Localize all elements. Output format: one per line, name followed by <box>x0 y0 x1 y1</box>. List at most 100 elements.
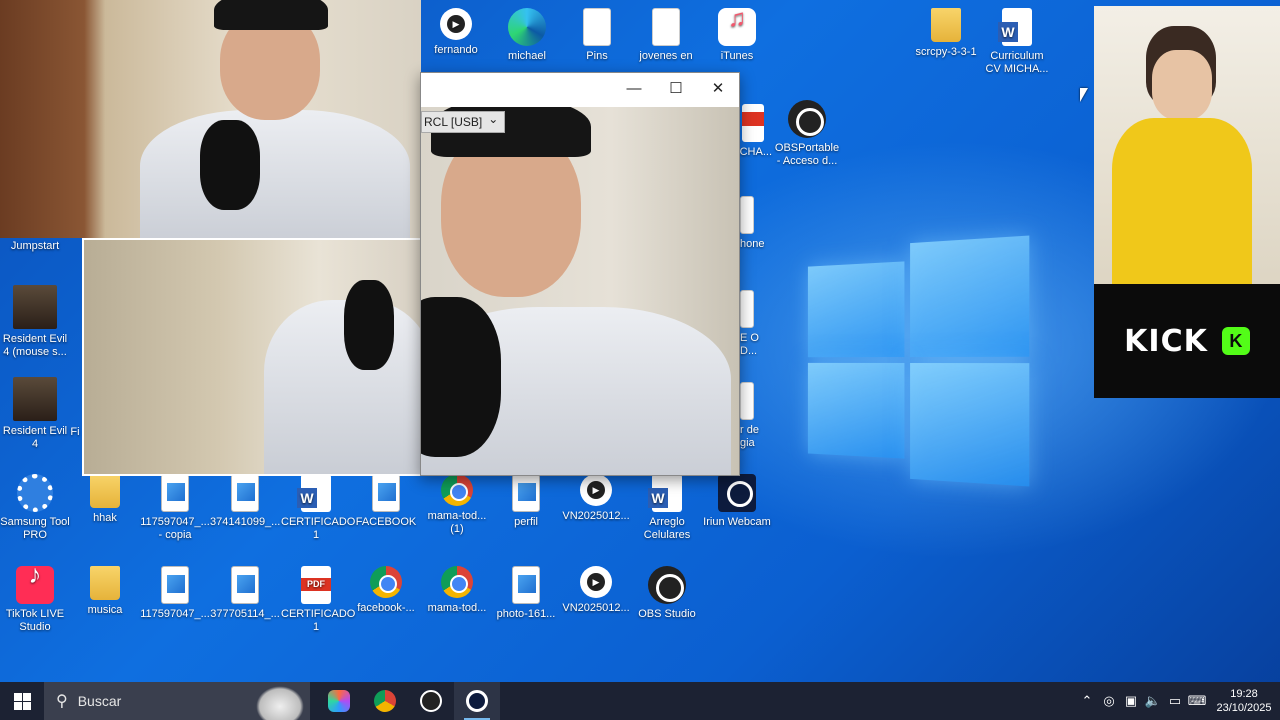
desktop-icon-gia[interactable]: r de gia <box>736 382 770 450</box>
start-button[interactable] <box>0 682 44 720</box>
desktop-icon-certificado-pdf[interactable]: CERTIFICADO 1 <box>281 566 355 634</box>
streamer-avatar-art <box>1094 6 1280 286</box>
icon-label: Resident Evil 4 (mouse s... <box>2 333 68 358</box>
desktop-icon-itunes[interactable]: iTunes <box>702 8 772 63</box>
icon-label: E O D... <box>740 332 759 357</box>
volume-icon[interactable]: 🔈 <box>1142 693 1164 709</box>
chrome-icon <box>370 566 402 598</box>
icon-label: mama-tod... (1) <box>427 510 487 535</box>
search-placeholder: Buscar <box>77 693 122 709</box>
word-doc-icon <box>648 474 682 512</box>
resident-evil-icon <box>13 285 57 329</box>
desktop-icon-image-117[interactable]: 117597047_... <box>140 566 210 621</box>
desktop-icon-obs-studio[interactable]: OBS Studio <box>632 566 702 621</box>
icon-label: photo-161... <box>496 608 556 620</box>
desktop-icon-resident-evil-mouse[interactable]: Resident Evil 4 (mouse s... <box>0 285 70 359</box>
system-tray: ⌃ ◎ ▣ 🔈 ▭ ⌨ 19:28 23/10/2025 <box>1076 682 1280 720</box>
desktop-icon-image-374[interactable]: 374141099_... <box>210 474 280 529</box>
icon-label: 117597047_... - copia <box>140 516 210 541</box>
icon-label: 377705114_... <box>210 608 280 620</box>
icon-label: Iriun Webcam <box>703 516 771 528</box>
chrome-icon <box>441 474 473 506</box>
desktop-icon-phone[interactable]: hone <box>736 196 770 251</box>
desktop-icon-michael[interactable]: michael <box>492 8 562 63</box>
icon-label: Arreglo Celulares <box>643 516 691 541</box>
taskbar-iriun-webcam[interactable] <box>454 682 500 720</box>
kick-banner: KICK K <box>1094 284 1280 398</box>
desktop-icon-mama[interactable]: mama-tod... <box>422 566 492 615</box>
desktop-icon-photo-161[interactable]: photo-161... <box>491 566 561 621</box>
obs-icon <box>788 100 826 138</box>
maximize-button[interactable]: ☐ <box>655 73 697 105</box>
icon-label: hhak <box>93 512 117 524</box>
desktop-icon-image-copia[interactable]: 117597047_... - copia <box>140 474 210 542</box>
icon-label: r de gia <box>740 424 759 449</box>
desktop-icon-jovenes[interactable]: jovenes en <box>631 8 701 63</box>
monitor-icon[interactable]: ▣ <box>1120 693 1142 709</box>
desktop-icon-mama-1[interactable]: mama-tod... (1) <box>422 474 492 536</box>
desktop-icon-scrcpy[interactable]: scrcpy-3-3-1 <box>911 8 981 59</box>
document-icon <box>740 290 754 328</box>
image-file-icon <box>161 566 189 604</box>
network-icon[interactable]: ▭ <box>1164 693 1186 709</box>
mouse-cursor-icon <box>1080 88 1088 102</box>
desktop-icon-tiktok-live[interactable]: TikTok LIVE Studio <box>0 566 70 634</box>
taskbar-obs[interactable] <box>408 682 454 720</box>
desktop-icon-pins[interactable]: Pins <box>562 8 632 63</box>
desktop-icon-curriculum[interactable]: Curriculum CV MICHA... <box>982 8 1052 76</box>
desktop-icon-musica[interactable]: musica <box>70 566 140 617</box>
search-icon: ⚲ <box>56 693 68 710</box>
taskbar-chrome[interactable] <box>362 682 408 720</box>
media-file-icon <box>440 8 472 40</box>
icon-label: VN2025012... <box>562 510 630 522</box>
image-file-icon <box>512 474 540 512</box>
obs-icon <box>420 690 442 712</box>
desktop-icon-jumpstart[interactable]: Jumpstart <box>0 240 70 253</box>
image-file-icon <box>512 566 540 604</box>
tiktok-icon <box>16 566 54 604</box>
webcam-window[interactable]: — ☐ ✕ RCL [USB] <box>420 72 740 476</box>
taskbar: ⚲ Buscar ⌃ ◎ ▣ 🔈 ▭ ⌨ 19:28 23/10/2025 <box>0 682 1280 720</box>
media-file-icon <box>580 474 612 506</box>
webcam-overlay-bottom <box>82 238 422 476</box>
pdf-icon <box>301 566 331 604</box>
desktop-icon-vn-video-1[interactable]: VN2025012... <box>561 474 631 523</box>
desktop-icon-perfil[interactable]: perfil <box>491 474 561 529</box>
chevron-up-icon[interactable]: ⌃ <box>1076 693 1098 709</box>
desktop-icon-fernando[interactable]: fernando <box>421 8 491 57</box>
image-file-icon <box>161 474 189 512</box>
desktop-icon-obsportable[interactable]: OBSPortable - Acceso d... <box>772 100 842 168</box>
kick-logo-icon: K <box>1221 327 1250 355</box>
close-button[interactable]: ✕ <box>697 73 739 105</box>
window-titlebar[interactable]: — ☐ ✕ <box>421 73 739 105</box>
resident-evil-icon <box>13 377 57 421</box>
image-file-icon <box>231 566 259 604</box>
webcam-tray-icon[interactable]: ◎ <box>1098 693 1120 709</box>
desktop-icon-od[interactable]: E O D... <box>736 290 770 358</box>
taskbar-search[interactable]: ⚲ Buscar <box>44 682 310 720</box>
desktop-icon-iriun-webcam[interactable]: Iriun Webcam <box>702 474 772 529</box>
desktop-icon-facebook-chrome[interactable]: facebook-... <box>351 566 421 615</box>
device-select[interactable]: RCL [USB] <box>421 109 506 133</box>
clock[interactable]: 19:28 23/10/2025 <box>1208 687 1280 715</box>
desktop-icon-samsung-tool[interactable]: Samsung Tool PRO <box>0 474 70 542</box>
desktop-icon-certificado-word[interactable]: CERTIFICADO 1 <box>281 474 355 542</box>
keyboard-icon[interactable]: ⌨ <box>1186 693 1208 709</box>
icon-label: facebook-... <box>357 602 415 614</box>
desktop-icon-arreglo-celulares[interactable]: Arreglo Celulares <box>632 474 702 542</box>
clock-date: 23/10/2025 <box>1216 702 1272 714</box>
desktop-icon-facebook-img[interactable]: FACEBOOK <box>351 474 421 529</box>
webcam-overlay-top <box>0 0 421 238</box>
media-file-icon <box>580 566 612 598</box>
desktop-icon-hhak[interactable]: hhak <box>70 474 140 525</box>
webcam-preview <box>421 107 739 475</box>
icon-label: Pins <box>586 50 608 62</box>
taskbar-copilot[interactable] <box>316 682 362 720</box>
document-icon <box>583 8 611 46</box>
desktop-icon-resident-evil[interactable]: Resident Evil 4 <box>0 377 70 451</box>
icon-label: 117597047_... <box>140 608 210 620</box>
desktop-icon-vn-video-2[interactable]: VN2025012... <box>561 566 631 615</box>
minimize-button[interactable]: — <box>613 73 655 105</box>
desktop-icon-image-377[interactable]: 377705114_... <box>210 566 280 621</box>
icon-label: TikTok LIVE Studio <box>5 608 65 633</box>
